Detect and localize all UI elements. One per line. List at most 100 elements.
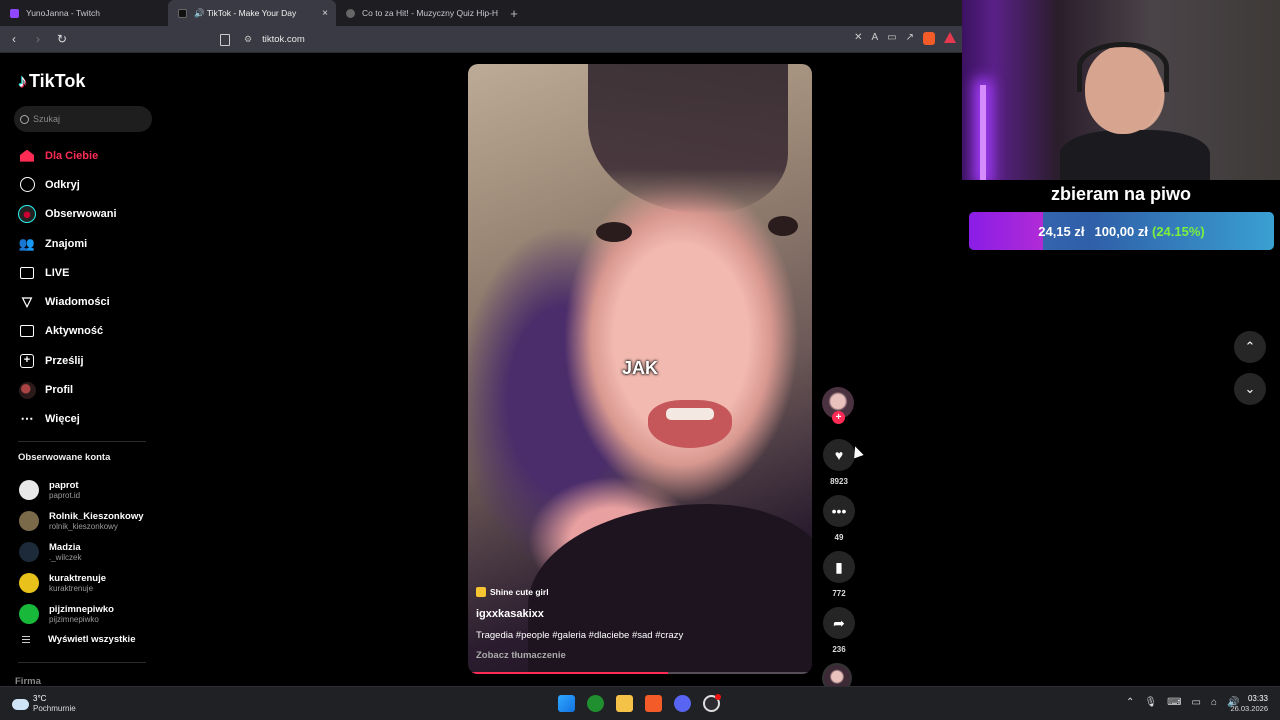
cast-icon[interactable]: ▭ [887, 32, 896, 45]
heart-icon[interactable]: ♥ [823, 439, 855, 471]
video-player[interactable]: JAK Shine cute girl igxxkasakixx Tragedi… [468, 64, 812, 674]
donation-goal-bar: 24,15 zł 100,00 zł (24.15%) [969, 212, 1274, 250]
sidebar-item-explore[interactable]: Odkryj [18, 170, 117, 199]
like-action[interactable]: ♥ 8923 [822, 439, 856, 487]
video-frame-eye [596, 222, 632, 242]
following-avatar-icon [18, 205, 36, 224]
sidebar-item-label: Dla Ciebie [45, 149, 99, 162]
donation-goal-title: zbieram na piwo [1050, 184, 1192, 204]
more-icon: ⋯ [20, 411, 34, 427]
followed-account[interactable]: pijzimnepiwko pijzimnepiwko [19, 598, 144, 629]
display-icon[interactable]: ▭ [1192, 697, 1201, 708]
sidebar-item-profile[interactable]: Profil [18, 375, 117, 404]
divider [18, 441, 146, 442]
followed-accounts-title: Obserwowane konta [18, 452, 111, 463]
account-handle: kuraktrenuje [49, 583, 94, 593]
new-tab-button[interactable]: + [504, 6, 524, 21]
tab-twitch[interactable]: YunoJanna - Twitch [0, 0, 168, 26]
windows-start-icon[interactable] [558, 695, 575, 712]
site-info-icon[interactable]: ⚙ [244, 34, 252, 45]
url-field[interactable]: ⚙ tiktok.com [220, 30, 760, 49]
clock-date: 26.03.2026 [1230, 704, 1268, 713]
xbox-icon[interactable] [587, 695, 604, 712]
effect-tag[interactable]: Shine cute girl [476, 587, 796, 597]
video-author[interactable]: igxxkasakixx [476, 608, 796, 620]
sidebar-item-activity[interactable]: Aktywność [18, 317, 117, 346]
share-icon[interactable]: ↗ [906, 32, 914, 45]
avatar [19, 479, 39, 500]
brave-shield-icon[interactable] [923, 32, 935, 45]
share-arrow-icon[interactable]: ➦ [823, 607, 855, 639]
tiktok-logo[interactable]: ♪ TikTok [18, 71, 85, 92]
no-translate-icon[interactable]: ✕ [854, 32, 862, 45]
sidebar-item-label: Obserwowani [45, 208, 117, 221]
sidebar-item-following[interactable]: Obserwowani [18, 200, 117, 229]
goal-percent: (24.15%) [1152, 223, 1205, 239]
sidebar-item-more[interactable]: ⋯ Więcej [18, 405, 117, 434]
tab-tiktok[interactable]: 🔊 TikTok - Make Your Day × [168, 0, 336, 26]
translate-icon[interactable]: A [871, 32, 878, 45]
activity-icon [18, 322, 36, 340]
comment-icon[interactable]: ••• [823, 495, 855, 527]
sidebar-item-messages[interactable]: ▽ Wiadomości [18, 287, 117, 316]
previous-video-button[interactable]: ⌃ [1234, 331, 1266, 363]
avatar [19, 510, 39, 531]
file-explorer-icon[interactable] [616, 695, 633, 712]
see-translation-link[interactable]: Zobacz tłumaczenie [476, 650, 796, 661]
bookmark-icon[interactable] [220, 33, 230, 46]
divider [18, 662, 146, 663]
account-handle: rolnik_kieszonkowy [49, 521, 118, 531]
show-all-button[interactable]: Wyświetl wszystkie [22, 634, 135, 645]
follow-plus-icon[interactable]: + [832, 411, 845, 424]
weather-widget[interactable]: 3°C Pochmurnie [12, 694, 76, 714]
brave-browser-icon[interactable] [645, 695, 662, 712]
save-action[interactable]: ▮ 772 [822, 551, 856, 599]
brave-rewards-icon[interactable] [944, 32, 956, 43]
close-tab-icon[interactable]: × [322, 8, 328, 19]
sidebar-item-label: Profil [45, 384, 74, 397]
obs-icon[interactable] [703, 694, 721, 712]
followed-account[interactable]: kuraktrenuje kuraktrenuje [19, 567, 144, 598]
discord-icon[interactable] [674, 695, 691, 712]
sidebar-item-for-you[interactable]: Dla Ciebie [18, 141, 117, 170]
sidebar-item-friends[interactable]: 👥 Znajomi [18, 229, 117, 258]
taskbar: 3°C Pochmurnie ⌃ 🎙 ⌨ ▭ ⌂ 🔊 03:33 26.03.2… [0, 686, 1280, 720]
sidebar-item-upload[interactable]: + Prześlij [18, 346, 117, 375]
clock[interactable]: 03:33 26.03.2026 [1228, 694, 1268, 714]
next-video-button[interactable]: ⌄ [1234, 373, 1266, 405]
sidebar-item-label: Aktywność [45, 325, 104, 338]
account-name: Rolnik_Kieszonkowy [49, 510, 144, 522]
sidebar-item-label: Znajomi [45, 237, 88, 250]
account-name: paprot [49, 479, 79, 491]
share-action[interactable]: ➦ 236 [822, 607, 856, 655]
network-icon[interactable]: ⌂ [1211, 697, 1217, 708]
comment-action[interactable]: ••• 49 [822, 495, 856, 543]
search-input[interactable]: Szukaj [14, 106, 152, 132]
sidebar-item-label: LIVE [45, 266, 70, 279]
bookmark-icon[interactable]: ▮ [823, 551, 855, 583]
effect-icon [476, 587, 486, 597]
browser-tab-bar: YunoJanna - Twitch 🔊 TikTok - Make Your … [0, 0, 962, 26]
microphone-icon[interactable]: 🎙 [1144, 697, 1157, 708]
tab-quiz[interactable]: Co to za Hit! - Muzyczny Quiz Hip-H [336, 0, 504, 26]
keyboard-icon[interactable]: ⌨ [1167, 697, 1181, 708]
creator-avatar[interactable]: + [822, 387, 854, 424]
forward-icon[interactable]: › [28, 32, 48, 46]
screen: YunoJanna - Twitch 🔊 TikTok - Make Your … [0, 0, 1280, 720]
live-tv-icon [18, 264, 36, 282]
search-placeholder: Szukaj [33, 114, 61, 124]
weather-desc: Pochmurnie [33, 704, 76, 713]
reload-icon[interactable]: ↻ [52, 32, 72, 46]
back-icon[interactable]: ‹ [4, 32, 24, 46]
goal-current: 24,15 zł [1038, 223, 1085, 239]
sidebar-item-live[interactable]: LIVE [18, 258, 117, 287]
upload-icon: + [18, 352, 36, 370]
list-icon [22, 636, 30, 643]
followed-account[interactable]: paprot paprot.id [19, 474, 144, 505]
followed-account[interactable]: Madzia ._wilczek [19, 536, 144, 567]
webcam-body [1060, 130, 1210, 180]
followed-account[interactable]: Rolnik_Kieszonkowy rolnik_kieszonkowy [19, 505, 144, 536]
video-progress-bar[interactable] [468, 672, 812, 674]
chevron-up-icon[interactable]: ⌃ [1126, 697, 1134, 708]
tab-label: Co to za Hit! - Muzyczny Quiz Hip-H [362, 8, 499, 18]
